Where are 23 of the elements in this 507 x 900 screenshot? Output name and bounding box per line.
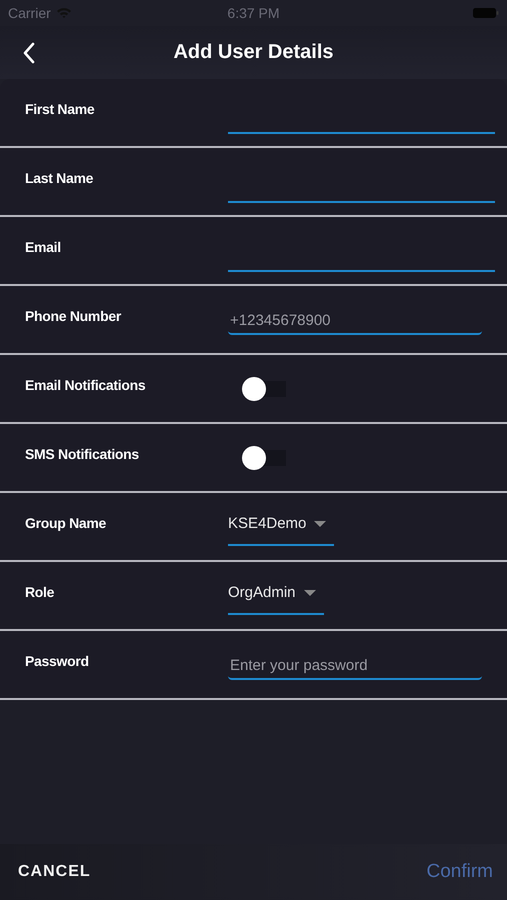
field-label: SMS Notifications — [25, 446, 140, 462]
dropdown[interactable]: OrgAdmin — [228, 580, 324, 615]
caret-icon — [314, 520, 326, 526]
page-title: Add User Details — [173, 41, 334, 64]
field-label: Group Name — [25, 514, 108, 530]
battery-icon — [472, 7, 499, 19]
toggle-switch[interactable] — [242, 446, 288, 468]
wifi-icon — [56, 7, 72, 19]
carrier-label: Carrier — [8, 5, 51, 21]
caret-icon — [304, 590, 316, 596]
field-label: First Name — [25, 100, 96, 116]
dropdown[interactable]: KSE4Demo — [228, 511, 334, 546]
toggle-switch[interactable] — [242, 378, 288, 400]
text-input-field[interactable]: +12345678900 — [228, 308, 482, 335]
field-label: Phone Number — [25, 308, 122, 324]
field-label: Role — [25, 584, 56, 600]
field-label: Email Notifications — [25, 376, 146, 392]
field-label: Email — [25, 238, 62, 254]
field-label: Password — [25, 652, 90, 668]
cancel-button[interactable]: CANCEL — [18, 859, 91, 885]
status-time: 6:37 PM — [227, 5, 280, 21]
text-input-field[interactable]: Enter your password — [228, 653, 482, 680]
field-label: Last Name — [25, 170, 94, 186]
